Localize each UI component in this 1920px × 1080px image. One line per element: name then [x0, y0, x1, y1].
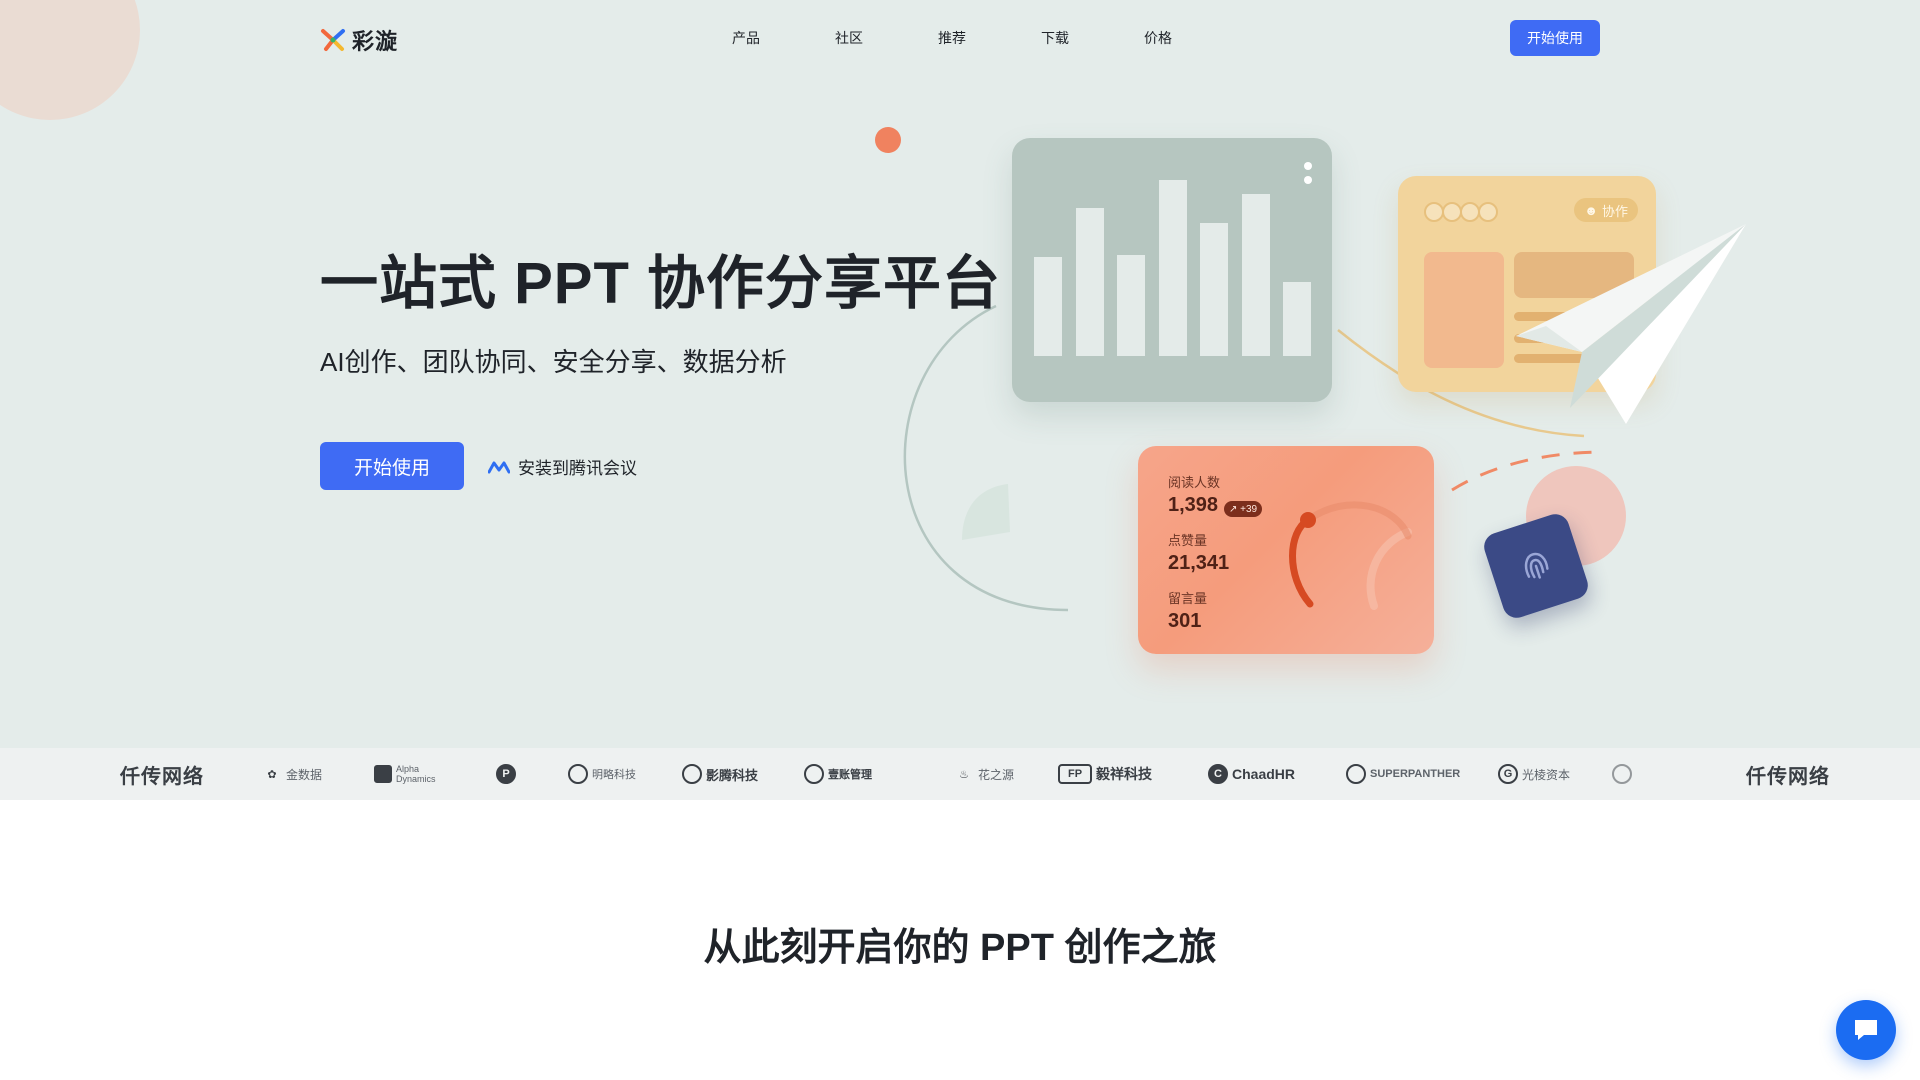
- panther-icon: [1346, 764, 1366, 784]
- globe-icon: [568, 764, 588, 784]
- tencent-meeting-icon: [488, 461, 510, 473]
- collab-line: [1514, 354, 1610, 363]
- orbit-icon: [1612, 764, 1632, 784]
- menu-dot: [1304, 176, 1312, 184]
- partner-logo: SUPERPANTHER: [1346, 748, 1460, 800]
- nav-links: 产品 社区 推荐 下载 价格: [732, 28, 1247, 48]
- partner-name: 金数据: [286, 767, 323, 782]
- paper-plane-icon: [1516, 224, 1746, 424]
- chat-support-button[interactable]: [1836, 1000, 1896, 1060]
- partner-name: 仟传网络: [120, 763, 204, 788]
- top-nav: 彩漩 产品 社区 推荐 下载 价格 开始使用: [0, 0, 1920, 76]
- avatar-icon: [1442, 202, 1462, 222]
- partner-logo: ✿ 金数据: [262, 748, 322, 800]
- gauge-icon: [1289, 501, 1412, 610]
- nav-link-community[interactable]: 社区: [835, 28, 938, 48]
- alpha-icon: [374, 765, 392, 783]
- stat-label-comments: 留言量: [1168, 591, 1208, 606]
- hero-start-button[interactable]: 开始使用: [320, 442, 464, 490]
- collab-block: [1514, 252, 1634, 298]
- nav-link-recommend[interactable]: 推荐: [938, 28, 1041, 48]
- stat-label-reads: 阅读人数: [1168, 475, 1221, 490]
- partner-logo: 壹账管理: [804, 748, 872, 800]
- chart-bar: [1200, 223, 1228, 356]
- partner-name: Alpha Dynamics: [396, 764, 436, 784]
- chart-bar: [1034, 257, 1062, 356]
- partner-logo: Alpha Dynamics: [374, 748, 446, 800]
- hero-illustration: ☻ 协作 阅读人数 1,398 ↗ +39 点赞量 21,341 留言量 301: [0, 0, 1920, 748]
- hero-title: 一站式 PPT 协作分享平台: [320, 251, 1002, 316]
- sprout-icon: ✿: [267, 768, 277, 781]
- g-logo-icon: G: [1498, 764, 1518, 784]
- stat-value-likes: 21,341: [1168, 552, 1230, 574]
- partner-logo: 影腾科技: [682, 748, 758, 800]
- partner-logo: P: [496, 748, 516, 800]
- chart-card: [1012, 138, 1332, 402]
- seal-icon: [804, 764, 824, 784]
- partner-logo: G 光棱资本: [1498, 748, 1570, 800]
- section-title: 从此刻开启你的 PPT 创作之旅: [703, 927, 1217, 969]
- avatar-icon: [1460, 202, 1480, 222]
- stat-badge: ↗ +39: [1224, 501, 1263, 517]
- partner-name: 毅祥科技: [1096, 766, 1152, 782]
- chart-bar: [1158, 180, 1187, 356]
- partner-logo: ♨ 花之源: [954, 748, 1014, 800]
- chart-bar: [1075, 208, 1104, 356]
- collab-line: [1514, 312, 1624, 321]
- partner-logo: 仟传网络: [1746, 748, 1830, 800]
- brand-name: 彩漩: [352, 29, 399, 54]
- collab-tag: ☻ 协作: [1574, 198, 1638, 222]
- stat-value-reads: 1,398: [1168, 494, 1219, 516]
- partner-name: 壹账管理: [828, 769, 872, 781]
- nav-start-button[interactable]: 开始使用: [1510, 20, 1600, 56]
- partner-logo: 仟传网络: [120, 748, 204, 800]
- partner-logo-strip: 仟传网络 ✿ 金数据 Alpha Dynamics P 明略科技 影腾科技 壹账…: [0, 748, 1920, 800]
- stat-label-likes: 点赞量: [1168, 533, 1208, 548]
- nav-link-download[interactable]: 下载: [1041, 28, 1144, 48]
- nav-link-product[interactable]: 产品: [732, 28, 835, 48]
- install-label: 安装到腾讯会议: [518, 459, 637, 478]
- orange-dot: [875, 127, 901, 153]
- partner-logo: FP 毅祥科技: [1058, 748, 1152, 800]
- p-logo-icon: P: [496, 764, 516, 784]
- decorative-curves: [903, 304, 1605, 612]
- partner-name: 花之源: [978, 767, 1015, 782]
- partner-name: 仟传网络: [1746, 763, 1830, 788]
- avatar-icon: [1478, 202, 1498, 222]
- partner-logo: C ChaadHR: [1208, 748, 1295, 800]
- chat-bubble-icon: [1855, 1020, 1877, 1040]
- user-icon: ☻: [1584, 202, 1598, 218]
- fingerprint-icon: [1480, 510, 1592, 622]
- install-tencent-meeting-link[interactable]: 安装到腾讯会议: [488, 454, 637, 479]
- swirl-icon: [682, 764, 702, 784]
- hero-subtitle: AI创作、团队协同、安全分享、数据分析: [320, 347, 787, 377]
- partner-name: ChaadHR: [1232, 766, 1296, 782]
- stat-value-comments: 301: [1168, 610, 1202, 632]
- chart-bar: [1241, 194, 1270, 356]
- nav-link-pricing[interactable]: 价格: [1144, 28, 1247, 48]
- partner-name: 影腾科技: [706, 767, 759, 783]
- chaad-icon: C: [1208, 764, 1228, 784]
- decorative-ball: [1526, 466, 1626, 566]
- caixuan-logo-icon: [321, 29, 345, 51]
- collab-tag-label: 协作: [1601, 203, 1628, 219]
- chart-bar: [1117, 255, 1145, 356]
- hero-section: ☻ 协作 阅读人数 1,398 ↗ +39 点赞量 21,341 留言量 301: [0, 0, 1920, 748]
- partner-name: 光棱资本: [1522, 767, 1571, 782]
- chart-bar: [1283, 282, 1311, 356]
- avatar-icon: [1424, 202, 1444, 222]
- collab-line: [1514, 334, 1594, 343]
- collab-card: ☻ 协作: [1398, 176, 1656, 392]
- partner-logo: 明略科技: [568, 748, 636, 800]
- menu-dot: [1304, 162, 1312, 170]
- partner-name: 明略科技: [592, 769, 636, 781]
- brand-logo[interactable]: 彩漩: [320, 24, 398, 56]
- stats-card: 阅读人数 1,398 ↗ +39 点赞量 21,341 留言量 301: [1138, 446, 1434, 654]
- partner-name: SUPERPANTHER: [1370, 768, 1461, 780]
- flame-icon: ♨: [959, 768, 969, 781]
- yixiang-icon: FP: [1058, 764, 1092, 784]
- partner-logo: [1612, 748, 1632, 800]
- collab-block: [1424, 252, 1504, 368]
